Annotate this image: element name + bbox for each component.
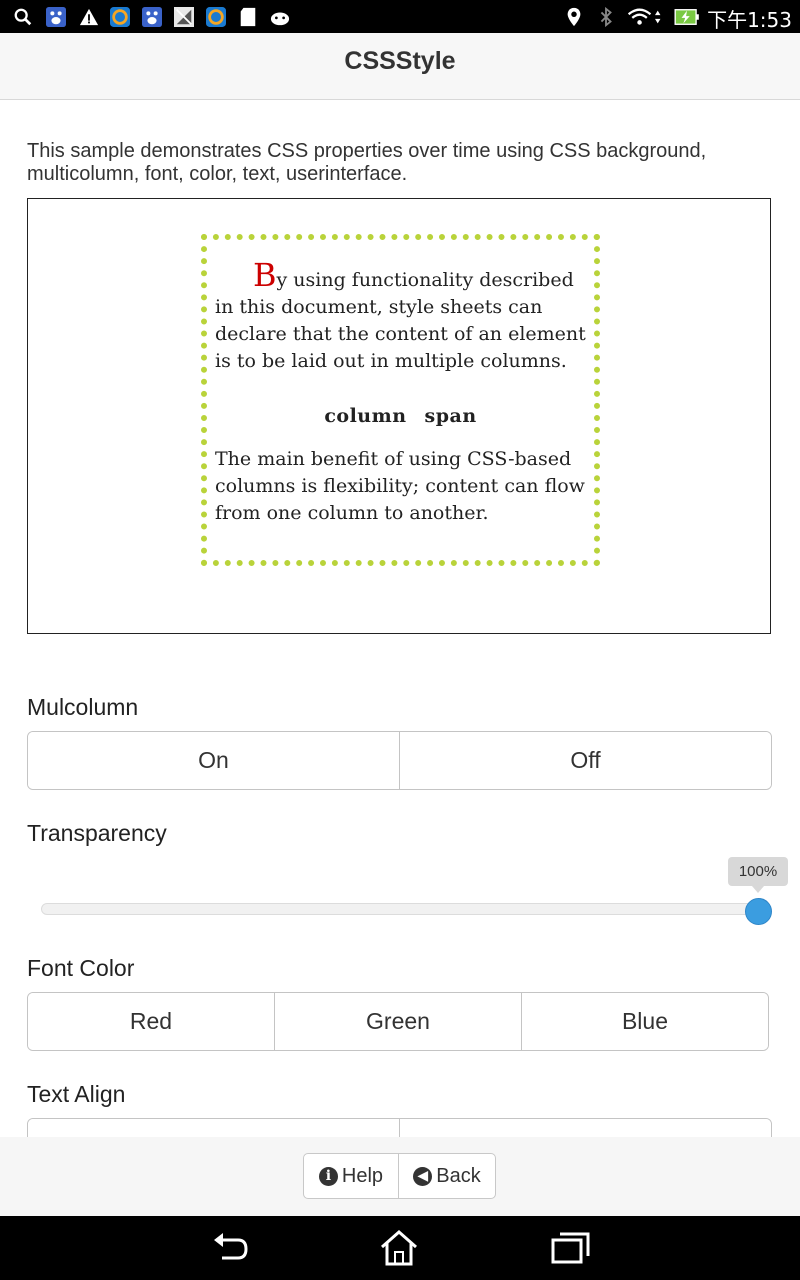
transparency-slider[interactable] [41, 903, 771, 915]
wifi-icon [627, 8, 661, 25]
font-color-red-button[interactable]: Red [28, 993, 275, 1050]
demo-box: By using functionality described in this… [201, 234, 600, 566]
footer-button-group: i Help ◀ Back [303, 1153, 496, 1199]
mulcolumn-segmented-control: On Off [27, 731, 772, 790]
android-icon [270, 12, 290, 26]
mulcolumn-label: Mulcolumn [27, 694, 139, 720]
back-button[interactable]: ◀ Back [398, 1154, 495, 1198]
text-align-label: Text Align [27, 1081, 126, 1107]
span-word-1: column [324, 405, 407, 427]
demo-frame: By using functionality described in this… [27, 198, 771, 634]
warning-icon [79, 8, 99, 26]
font-color-label: Font Color [27, 955, 135, 981]
font-color-segmented-control: Red Green Blue [27, 992, 769, 1051]
mulcolumn-off-button[interactable]: Off [400, 732, 771, 789]
arrow-left-icon: ◀ [413, 1166, 433, 1186]
browser-icon [110, 7, 130, 27]
app-header: CSSStyle [0, 33, 800, 100]
column-span-heading: column span [215, 403, 586, 430]
home-nav-icon[interactable] [379, 1230, 419, 1266]
font-color-blue-button[interactable]: Blue [522, 993, 768, 1050]
span-word-2: span [424, 405, 477, 427]
demo-paragraph-2: The main benefit of using CSS-based colu… [215, 448, 585, 524]
battery-charging-icon [674, 9, 699, 25]
sd-card-icon [240, 7, 256, 27]
help-button[interactable]: i Help [304, 1154, 398, 1198]
system-nav-bar [0, 1216, 800, 1280]
back-label: Back [436, 1164, 481, 1187]
text-align-option[interactable] [400, 1119, 771, 1137]
search-icon [14, 8, 32, 26]
slider-thumb[interactable] [745, 898, 772, 925]
slider-value-tooltip: 100% [728, 857, 788, 893]
recent-apps-icon[interactable] [551, 1230, 591, 1266]
status-bar: 下午1:53 [0, 0, 800, 33]
text-align-segmented-control [27, 1118, 772, 1137]
text-align-option[interactable] [28, 1119, 400, 1137]
bluetooth-icon [600, 7, 612, 27]
page-title: CSSStyle [344, 47, 456, 75]
baidu-icon [46, 7, 66, 27]
drop-cap: B [253, 256, 277, 294]
footer-toolbar: i Help ◀ Back [0, 1137, 800, 1216]
clock: 下午1:53 [707, 8, 792, 32]
no-signal-icon [174, 7, 194, 27]
back-nav-icon[interactable] [210, 1230, 250, 1266]
baidu-icon [142, 7, 162, 27]
intro-text: This sample demonstrates CSS properties … [27, 140, 707, 185]
mulcolumn-on-button[interactable]: On [28, 732, 400, 789]
browser-icon [206, 7, 226, 27]
font-color-green-button[interactable]: Green [275, 993, 522, 1050]
content-area[interactable]: This sample demonstrates CSS properties … [0, 100, 800, 1137]
demo-paragraph-1: By using functionality described in this… [215, 259, 586, 375]
info-icon: i [318, 1166, 338, 1186]
transparency-label: Transparency [27, 820, 167, 846]
help-label: Help [341, 1164, 384, 1187]
location-icon [567, 7, 581, 27]
